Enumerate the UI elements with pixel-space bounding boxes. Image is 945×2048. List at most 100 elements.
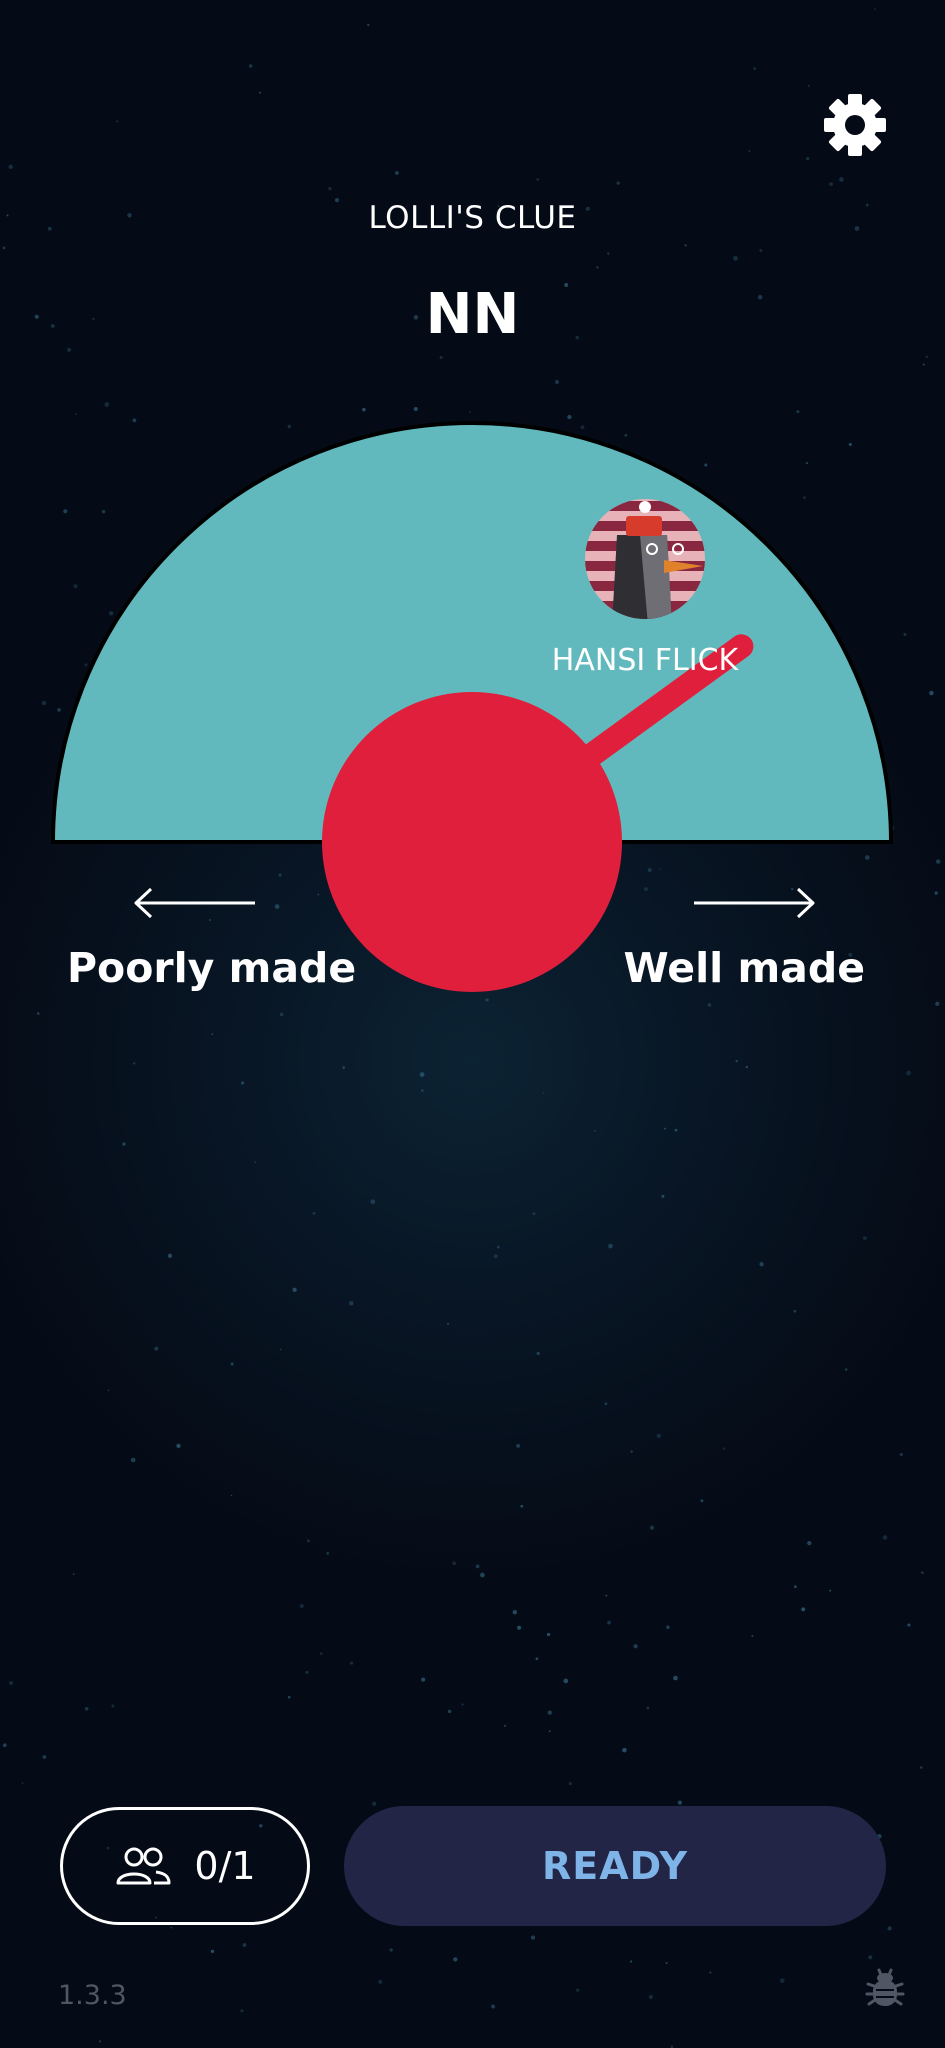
star [307, 1539, 310, 1543]
star [350, 1661, 354, 1665]
star [745, 1065, 749, 1069]
star [646, 1706, 650, 1710]
star [130, 1457, 136, 1463]
star [9, 1681, 13, 1685]
star [516, 1444, 520, 1448]
star [504, 1724, 507, 1727]
star [84, 1706, 89, 1711]
star [154, 1346, 159, 1351]
spectrum-dial[interactable] [0, 0, 945, 1000]
star [447, 1709, 452, 1714]
debug-button[interactable] [864, 1966, 906, 2008]
star [919, 1766, 923, 1769]
star [751, 1634, 754, 1637]
star [299, 1603, 304, 1609]
star [882, 1535, 888, 1540]
star [42, 1755, 47, 1759]
players-button[interactable]: 0/1 [60, 1807, 310, 1925]
star [230, 1362, 234, 1366]
star [921, 1571, 924, 1575]
star [576, 1988, 580, 1992]
star [807, 1540, 812, 1546]
star [305, 1670, 309, 1674]
star [72, 1573, 75, 1575]
star [230, 1494, 233, 1497]
star [491, 2004, 496, 2009]
star [862, 1236, 867, 1241]
star [312, 1211, 316, 1215]
star [452, 1561, 457, 1566]
star [665, 1962, 668, 1965]
star [677, 1800, 683, 1805]
star [475, 1564, 480, 1569]
star [844, 1368, 848, 1371]
game-screen: LOLLI'S CLUE NN HANSI FLICK Poorly made … [0, 0, 945, 2048]
star [759, 1262, 764, 1267]
star [536, 1351, 540, 1356]
star [794, 1585, 797, 1589]
scale-left-label: Poorly made [67, 944, 357, 992]
scale-right-label: Well made [623, 944, 866, 992]
star [421, 1089, 424, 1092]
star [530, 1935, 536, 1940]
star [735, 1059, 738, 1063]
star [661, 1194, 665, 1198]
star [801, 1607, 806, 1612]
star [629, 1960, 633, 1963]
star [389, 1948, 393, 1952]
ready-button[interactable]: READY [344, 1806, 886, 1926]
star [319, 1652, 323, 1655]
star [709, 1971, 712, 1974]
players-count: 0/1 [194, 1844, 256, 1888]
star [649, 1525, 655, 1530]
star [604, 1402, 608, 1406]
star [622, 1747, 627, 1753]
star [493, 1254, 498, 1259]
star [593, 1130, 596, 1133]
star [421, 1677, 426, 1682]
star [608, 1243, 613, 1249]
star [532, 1212, 536, 1216]
star [605, 1594, 608, 1597]
version-label: 1.3.3 [58, 1980, 127, 2011]
star [292, 1287, 297, 1292]
star [170, 1926, 173, 1929]
star [707, 1003, 712, 1007]
star [167, 1253, 173, 1258]
star [211, 1033, 214, 1035]
star [370, 1199, 376, 1205]
star [630, 1450, 633, 1453]
star [674, 1128, 678, 1132]
star [607, 1620, 611, 1625]
people-icon [116, 1847, 171, 1885]
star [868, 1955, 873, 1960]
star [666, 1625, 670, 1630]
star [673, 1675, 678, 1681]
star [793, 1309, 797, 1313]
star [907, 1623, 911, 1627]
star [419, 1072, 425, 1077]
star [517, 1625, 522, 1630]
star [722, 1447, 725, 1450]
arrow-left-icon [134, 887, 255, 919]
bug-icon [865, 1968, 905, 2006]
star [98, 2040, 102, 2043]
star [496, 1245, 500, 1249]
player-name-label: HANSI FLICK [551, 643, 739, 678]
star [254, 1161, 257, 1164]
star [342, 1066, 345, 1069]
star [122, 1142, 126, 1146]
arrow-right-icon [694, 887, 815, 919]
star [563, 1678, 569, 1684]
star [656, 1433, 661, 1439]
star [648, 1994, 653, 2000]
star [935, 1001, 940, 1006]
star [21, 1782, 24, 1784]
star [906, 1070, 911, 1076]
star [176, 1443, 181, 1449]
star [326, 1551, 330, 1555]
star [461, 1703, 464, 1706]
star [279, 1348, 282, 1351]
star [240, 2009, 244, 2013]
star [542, 1091, 545, 1094]
